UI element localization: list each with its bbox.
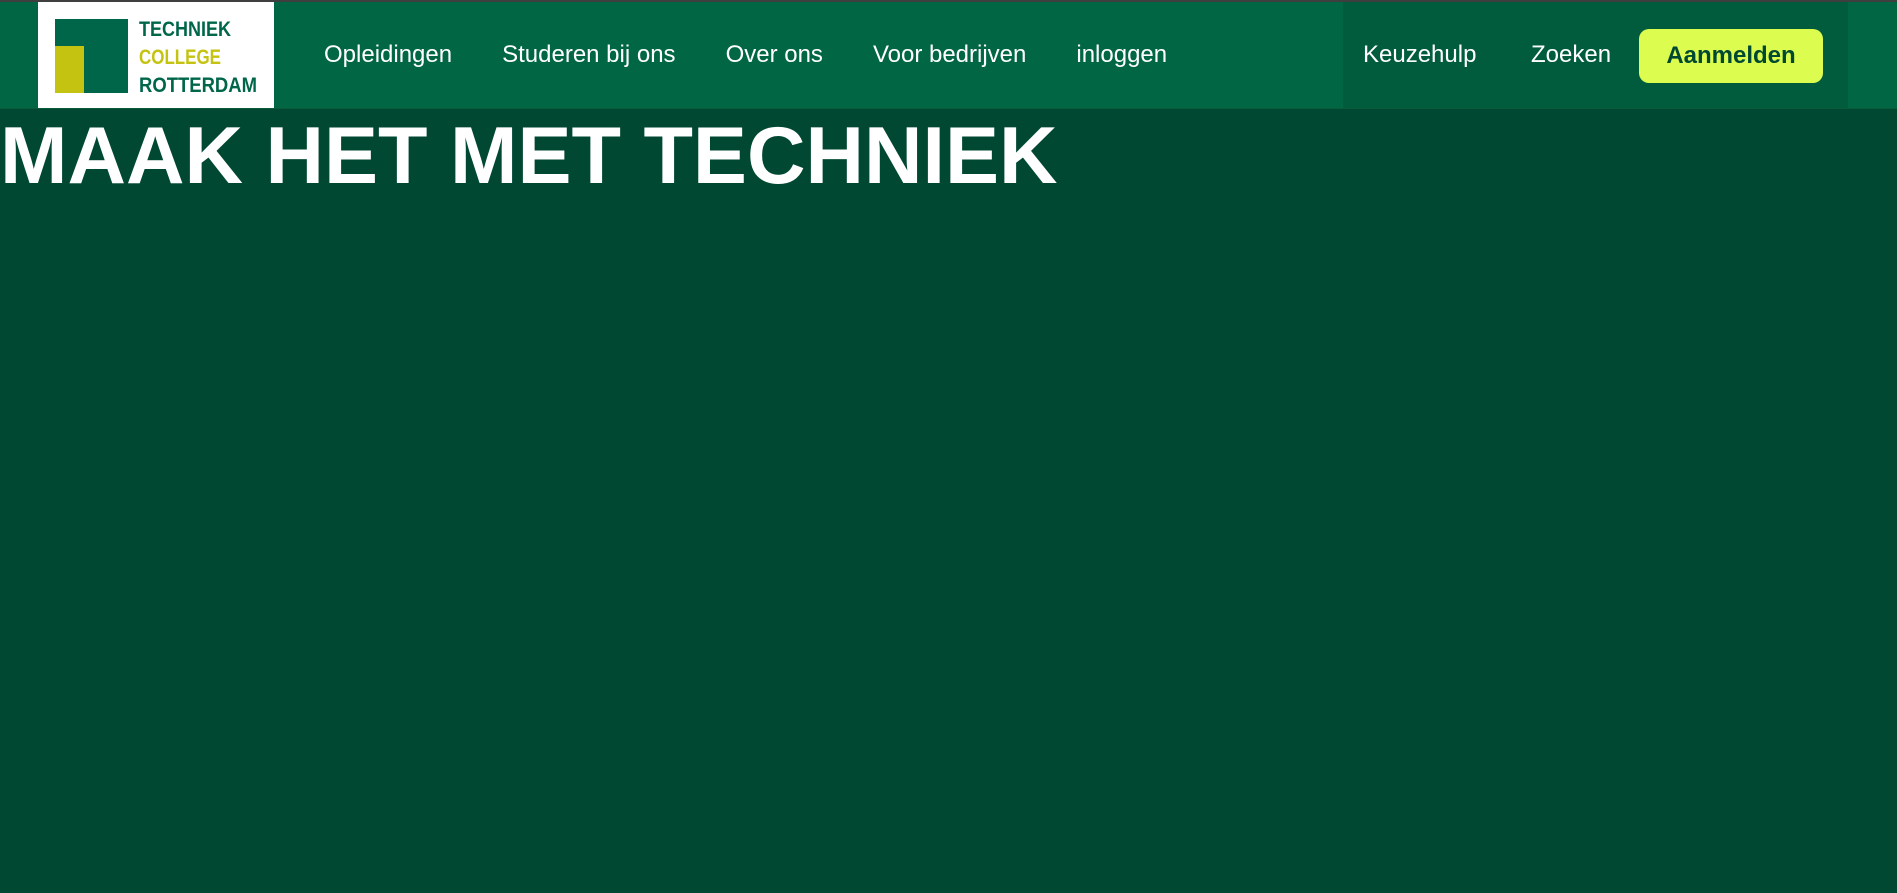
hero-title: MAAK HET MET TECHNIEK bbox=[0, 111, 1058, 201]
logo-line-3: ROTTERDAM bbox=[139, 74, 257, 97]
nav-opleidingen[interactable]: Opleidingen bbox=[324, 41, 452, 69]
nav-studeren-bij-ons[interactable]: Studeren bij ons bbox=[502, 41, 675, 69]
site-header: TECHNIEK COLLEGE ROTTERDAM Opleidingen S… bbox=[0, 2, 1897, 109]
nav-inloggen[interactable]: inloggen bbox=[1076, 41, 1167, 69]
logo-line-1: TECHNIEK bbox=[139, 18, 231, 41]
keuzehulp-link[interactable]: Keuzehulp bbox=[1363, 2, 1476, 108]
nav-voor-bedrijven[interactable]: Voor bedrijven bbox=[873, 41, 1026, 69]
logo-t-icon: TECHNIEK COLLEGE ROTTERDAM bbox=[55, 18, 257, 97]
logo-line-2: COLLEGE bbox=[139, 46, 221, 69]
zoeken-link[interactable]: Zoeken bbox=[1531, 2, 1611, 108]
site-logo[interactable]: TECHNIEK COLLEGE ROTTERDAM bbox=[38, 2, 274, 108]
nav-over-ons[interactable]: Over ons bbox=[726, 41, 823, 69]
aanmelden-button[interactable]: Aanmelden bbox=[1639, 29, 1823, 83]
main-nav: Opleidingen Studeren bij ons Over ons Vo… bbox=[324, 2, 1167, 108]
